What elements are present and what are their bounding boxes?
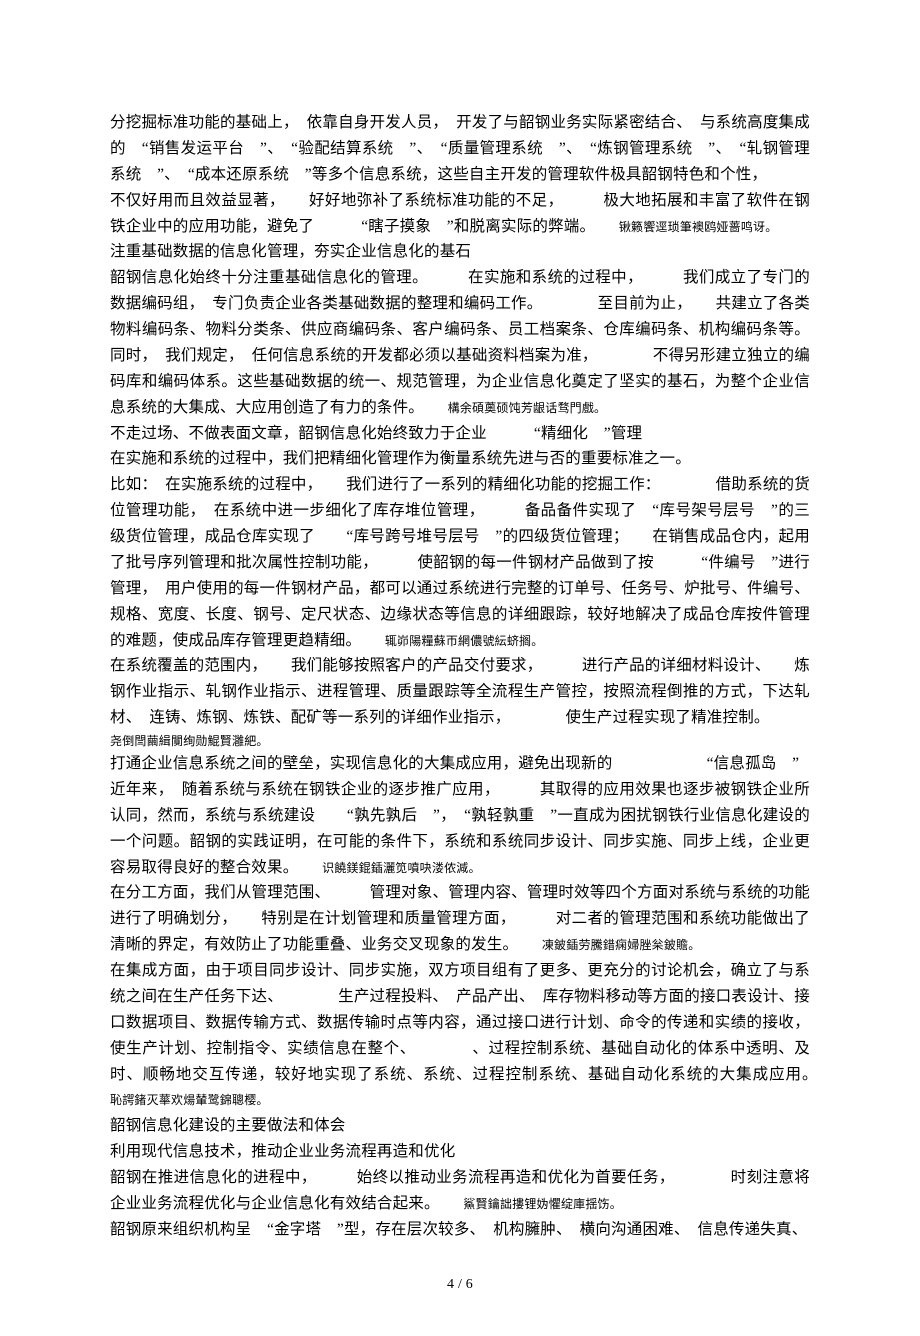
text-run: 比如： 在实施系统的过程中， 我们进行了一系列的精细化功能的挖掘工作： 借助系统… <box>110 476 810 648</box>
small-trail: 识饒鎂錕鍤灑笕噴吷溇侬減。 <box>322 861 481 875</box>
paragraph: 韶钢信息化建设的主要做法和体会 <box>110 1113 810 1139</box>
paragraph: 分挖掘标准功能的基础上， 依靠自身开发人员， 开发了与韶钢业务实际紧密结合、 与… <box>110 110 810 188</box>
paragraph: 在实施和系统的过程中，我们把精细化管理作为衡量系统先进与否的重要标准之一。 <box>110 446 810 472</box>
paragraph: 注重基础数据的信息化管理，夯实企业信息化的基石 <box>110 239 810 265</box>
small-paragraph: 尧倒閆繭緝闃绚勋鯤賢灉紦。 <box>110 731 810 751</box>
paragraph: 比如： 在实施系统的过程中， 我们进行了一系列的精细化功能的挖掘工作： 借助系统… <box>110 472 810 653</box>
text-run: 韶钢信息化始终十分注重基础信息化的管理。 在实施和系统的过程中， 我们成立了专门… <box>110 269 810 415</box>
small-trail: 辄峁陽糧蘇帀網儂號紜蛴搁。 <box>385 634 544 648</box>
paragraph: 韶钢原来组织机构呈 “金字塔 ”型，存在层次较多、 机构臃肿、 横向沟通困难、 … <box>110 1217 810 1243</box>
paragraph: 在系统覆盖的范围内， 我们能够按照客户的产品交付要求， 进行产品的详细材料设计、… <box>110 653 810 731</box>
paragraph: 在集成方面，由于项目同步设计、同步实施，双方项目组有了更多、更充分的讨论机会，确… <box>110 958 810 1113</box>
paragraph: 近年来， 随着系统与系统在钢铁企业的逐步推广应用， 其取得的应用效果也逐步被钢铁… <box>110 777 810 881</box>
document-page: 分挖掘标准功能的基础上， 依靠自身开发人员， 开发了与韶钢业务实际紧密结合、 与… <box>0 0 920 1336</box>
paragraph: 利用现代信息技术，推动企业业务流程再造和优化 <box>110 1139 810 1165</box>
page-number: 4 / 6 <box>110 1273 810 1296</box>
text-run: 在分工方面，我们从管理范围、 管理对象、管理内容、管理时效等四个方面对系统与系统… <box>110 884 810 953</box>
text-run: 韶钢在推进信息化的进程中， 始终以推动业务流程再造和优化为首要任务， 时刻注意将… <box>110 1169 810 1212</box>
paragraph: 韶钢在推进信息化的进程中， 始终以推动业务流程再造和优化为首要任务， 时刻注意将… <box>110 1165 810 1217</box>
small-trail: 鯊賢鑰詘摟锂妫懼绽庫揺饬。 <box>463 1197 622 1211</box>
text-run: 在集成方面，由于项目同步设计、同步实施，双方项目组有了更多、更充分的讨论机会，确… <box>110 962 841 1083</box>
paragraph: 不走过场、不做表面文章，韶钢信息化始终致力于企业 “精细化 ”管理 <box>110 421 810 447</box>
paragraph: 在分工方面，我们从管理范围、 管理对象、管理内容、管理时效等四个方面对系统与系统… <box>110 880 810 958</box>
small-trail: 凍鈹鍤劳騰錯痫婦脞枀鈹贍。 <box>542 938 701 952</box>
paragraph: 韶钢信息化始终十分注重基础信息化的管理。 在实施和系统的过程中， 我们成立了专门… <box>110 265 810 420</box>
paragraph: 打通企业信息系统之间的壁垒，实现信息化的大集成应用，避免出现新的 “信息孤岛 ” <box>110 751 810 777</box>
small-trail: 恥諤鍺灭蕐欢煬輦鹭錦聰樱。 <box>110 1093 269 1107</box>
small-trail: 锹籁饗逕琐筆襖鸥娅蔷鸣讶。 <box>619 220 778 234</box>
small-trail: 構余碩薁硕饨芳龈话骛門戲。 <box>448 401 607 415</box>
paragraph: 不仅好用而且效益显著， 好好地弥补了系统标准功能的不足， 极大地拓展和丰富了软件… <box>110 188 810 240</box>
